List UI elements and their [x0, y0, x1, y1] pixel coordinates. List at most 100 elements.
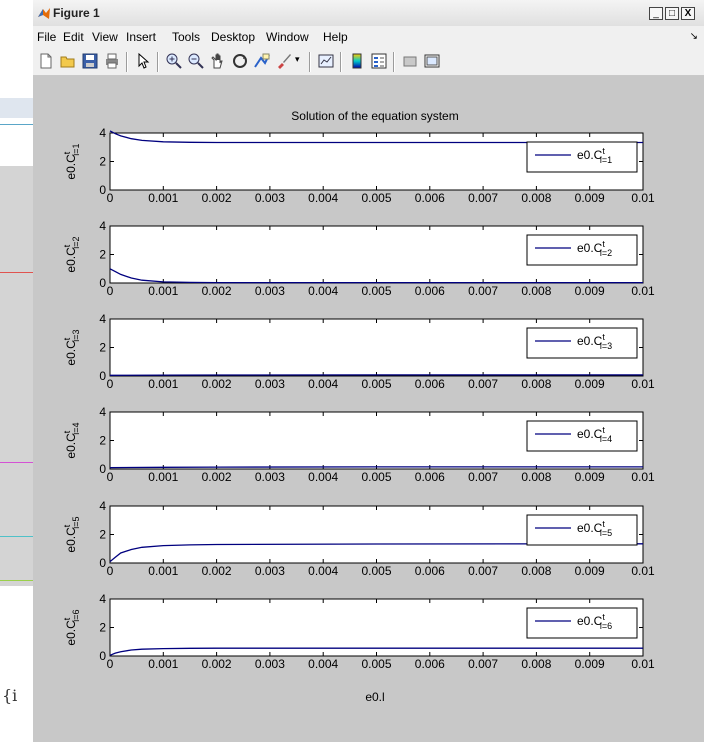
colorbar-icon[interactable] [348, 52, 366, 70]
x-tick-label: 0.005 [361, 284, 391, 298]
menu-insert[interactable]: Insert [126, 30, 156, 44]
maximize-button[interactable]: □ [665, 7, 679, 20]
legend[interactable]: e0.Ct i=4 [526, 420, 638, 452]
x-tick-label: 0.004 [308, 377, 338, 391]
x-tick-label: 0.003 [255, 377, 285, 391]
zoom-out-icon[interactable] [187, 52, 205, 70]
brush-icon[interactable] [275, 52, 293, 70]
x-tick-label: 0.003 [255, 191, 285, 205]
x-tick-label: 0.002 [202, 564, 232, 578]
legend[interactable]: e0.Ct i=1 [526, 141, 638, 173]
toolbar-separator [340, 52, 342, 72]
background-partial-text: {i [2, 686, 18, 705]
background-line [0, 536, 33, 537]
y-axis-label: e0.Cti=3 [62, 329, 81, 365]
x-tick-label: 0.002 [202, 191, 232, 205]
y-tick-label: 2 [99, 155, 106, 169]
x-tick-label: 0.001 [148, 377, 178, 391]
x-tick-label: 0 [107, 191, 114, 205]
x-tick-label: 0.004 [308, 657, 338, 671]
brush-dropdown-icon[interactable]: ▾ [295, 54, 300, 65]
x-tick-label: 0.008 [521, 377, 551, 391]
y-tick-label: 0 [99, 649, 106, 663]
x-tick-label: 0.004 [308, 191, 338, 205]
save-icon[interactable] [81, 52, 99, 70]
toolbar-separator [393, 52, 395, 72]
rotate-3d-icon[interactable] [231, 52, 249, 70]
legend[interactable]: e0.Ct i=5 [526, 514, 638, 546]
zoom-in-icon[interactable] [165, 52, 183, 70]
subplot-axes[interactable]: 0 0.001 0.002 0.003 0.004 0.005 0.006 0.007 0.00… [62, 405, 655, 484]
pointer-icon[interactable] [134, 52, 152, 70]
x-tick-label: 0.001 [148, 284, 178, 298]
x-tick-label: 0 [107, 657, 114, 671]
y-tick-label: 4 [99, 592, 106, 606]
close-button[interactable]: X [681, 7, 695, 20]
menu-file[interactable]: File [37, 30, 56, 44]
x-tick-label: 0.005 [361, 470, 391, 484]
hide-plot-tools-icon[interactable] [401, 52, 419, 70]
menu-bar: File Edit View Insert Tools Desktop Wind… [33, 26, 704, 48]
toolbar-separator [157, 52, 159, 72]
y-tick-label: 2 [99, 341, 106, 355]
y-axis-label: e0.Cti=5 [62, 516, 81, 552]
minimize-button[interactable]: _ [649, 7, 663, 20]
x-tick-label: 0.008 [521, 564, 551, 578]
y-tick-label: 0 [99, 276, 106, 290]
menu-window[interactable]: Window [266, 30, 309, 44]
subplot-axes[interactable]: 0 0.001 0.002 0.003 0.004 0.005 0.006 0.007 0.00… [62, 312, 655, 391]
subplot-axes[interactable]: 0 0.001 0.002 0.003 0.004 0.005 0.006 0.007 0.00… [62, 126, 655, 205]
x-tick-label: 0.005 [361, 657, 391, 671]
y-tick-label: 2 [99, 528, 106, 542]
print-icon[interactable] [103, 52, 121, 70]
x-tick-label: 0.007 [468, 377, 498, 391]
x-tick-label: 0.008 [521, 657, 551, 671]
subplot-axes[interactable]: 0 0.001 0.002 0.003 0.004 0.005 0.006 0.007 0.00… [62, 592, 655, 671]
subplot-axes[interactable]: 0 0.001 0.002 0.003 0.004 0.005 0.006 0.007 0.00… [62, 499, 655, 578]
menu-tools[interactable]: Tools [172, 30, 200, 44]
new-figure-icon[interactable] [37, 52, 55, 70]
title-bar[interactable]: Figure 1 _ □ X [33, 0, 704, 27]
x-tick-label: 0.002 [202, 657, 232, 671]
x-tick-label: 0.008 [521, 191, 551, 205]
y-axis-label: e0.Cti=1 [62, 143, 81, 179]
legend[interactable]: e0.Ct i=2 [526, 234, 638, 266]
y-tick-label: 0 [99, 556, 106, 570]
x-tick-label: 0.007 [468, 470, 498, 484]
x-tick-label: 0.001 [148, 191, 178, 205]
y-axis-label: e0.Cti=4 [62, 422, 81, 458]
x-tick-label: 0.005 [361, 377, 391, 391]
legend-icon[interactable] [370, 52, 388, 70]
x-tick-label: 0.01 [631, 470, 655, 484]
x-tick-label: 0.006 [415, 191, 445, 205]
show-plot-tools-icon[interactable] [423, 52, 441, 70]
x-tick-label: 0 [107, 564, 114, 578]
x-tick-label: 0.01 [631, 377, 655, 391]
background-line [0, 580, 33, 581]
legend[interactable]: e0.Ct i=6 [526, 607, 638, 639]
plot-canvas[interactable]: Solution of the equation system e0.l 0 0.… [33, 76, 704, 742]
x-tick-label: 0.001 [148, 564, 178, 578]
x-tick-label: 0.005 [361, 564, 391, 578]
figure-canvas[interactable]: Solution of the equation system e0.l 0 0.… [33, 76, 704, 742]
menu-edit[interactable]: Edit [63, 30, 84, 44]
window-title: Figure 1 [53, 6, 100, 20]
matlab-logo-icon [38, 8, 50, 19]
pan-icon[interactable] [209, 52, 227, 70]
link-plot-icon[interactable] [317, 52, 335, 70]
menu-help[interactable]: Help [323, 30, 348, 44]
dock-arrow-icon[interactable]: ↘ [690, 31, 698, 42]
x-tick-label: 0.006 [415, 564, 445, 578]
x-tick-label: 0.003 [255, 564, 285, 578]
y-tick-label: 0 [99, 369, 106, 383]
menu-desktop[interactable]: Desktop [211, 30, 255, 44]
x-tick-label: 0 [107, 470, 114, 484]
x-tick-label: 0.009 [575, 470, 605, 484]
legend[interactable]: e0.Ct i=3 [526, 327, 638, 359]
data-cursor-icon[interactable] [253, 52, 271, 70]
menu-view[interactable]: View [92, 30, 118, 44]
subplot-axes[interactable]: 0 0.001 0.002 0.003 0.004 0.005 0.006 0.007 0.00… [62, 219, 655, 298]
y-tick-label: 2 [99, 434, 106, 448]
x-tick-label: 0.007 [468, 284, 498, 298]
open-icon[interactable] [59, 52, 77, 70]
